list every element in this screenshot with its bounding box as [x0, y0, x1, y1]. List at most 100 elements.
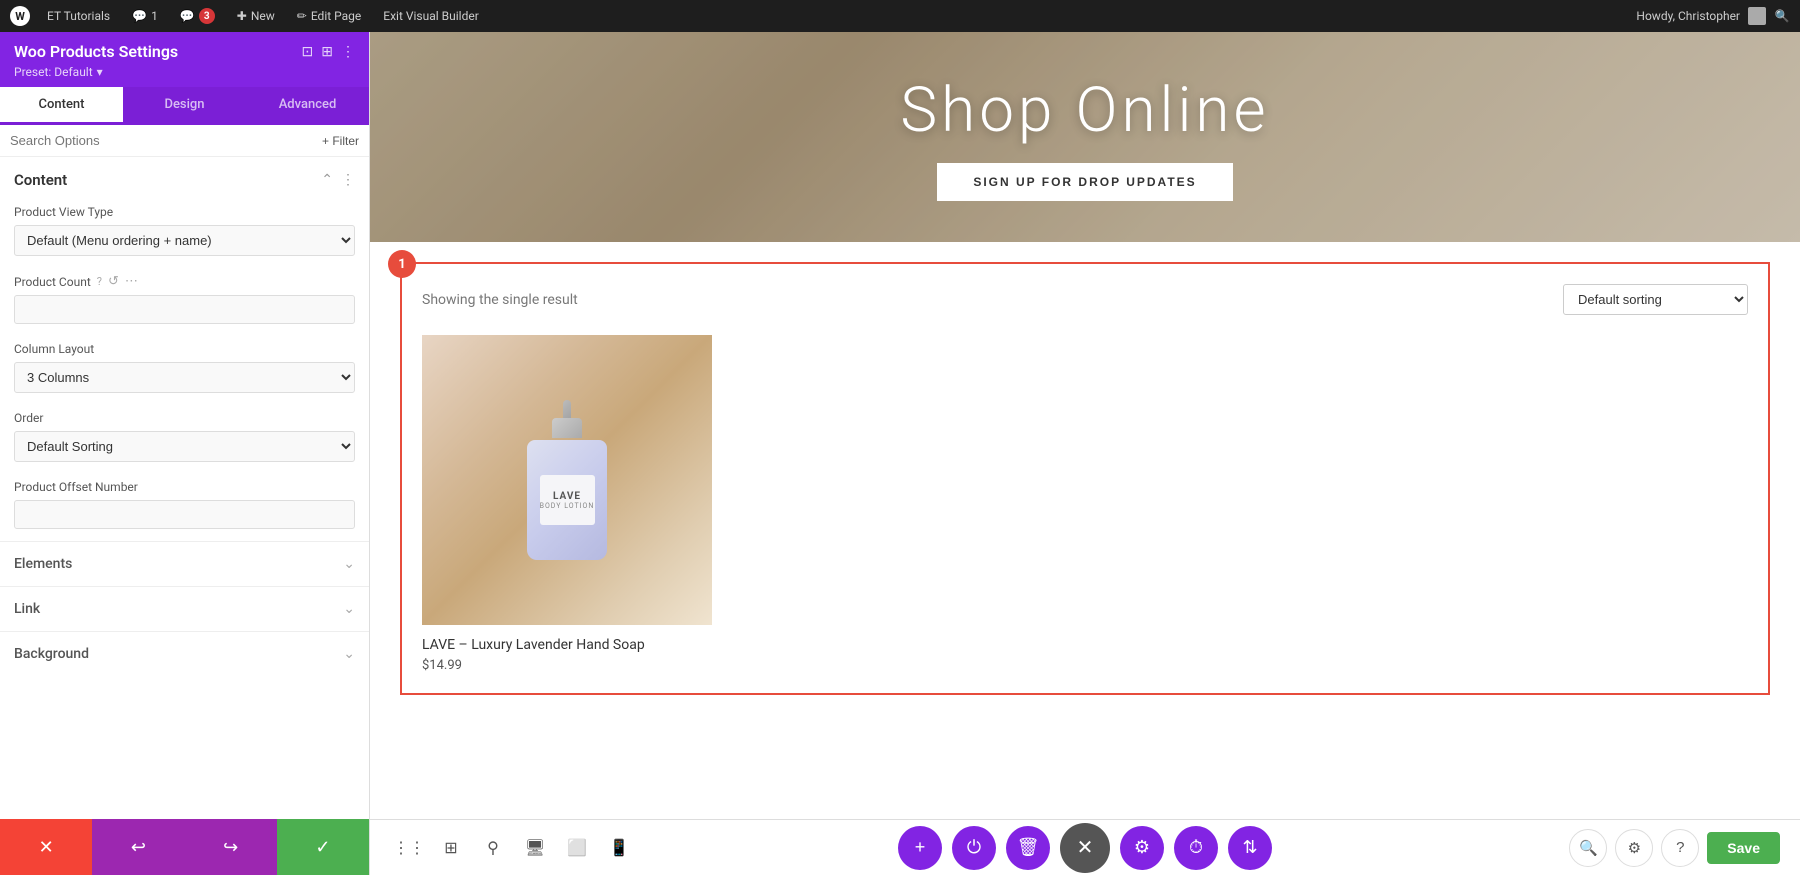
sort-button[interactable]: ⇅ — [1228, 826, 1272, 870]
elements-section-header[interactable]: Elements ⌄ — [14, 542, 355, 586]
product-view-type-label: Product View Type — [14, 205, 355, 219]
copy-icon[interactable]: ⊡ — [302, 44, 314, 60]
redo-button[interactable]: ↪ — [185, 819, 277, 875]
content-section-header: Content ⌃ ⋮ — [0, 157, 369, 199]
exit-builder-item[interactable]: Exit Visual Builder — [378, 9, 484, 23]
elements-chevron-icon: ⌄ — [343, 556, 355, 572]
hero-title: Shop Online — [900, 74, 1269, 147]
column-layout-label: Column Layout — [14, 342, 355, 356]
elements-section-title: Elements — [14, 556, 72, 572]
product-image-inner: LAVE BODY LOTION — [422, 335, 712, 625]
product-view-type-field: Product View Type Default (Menu ordering… — [0, 199, 369, 268]
soap-bottle-body: LAVE BODY LOTION — [527, 440, 607, 560]
order-select[interactable]: Default Sorting — [14, 431, 355, 462]
undo-button[interactable]: ↩ — [92, 819, 184, 875]
help-button[interactable]: ? — [1661, 829, 1699, 867]
settings-button-right[interactable]: ⚙ — [1615, 829, 1653, 867]
site-name[interactable]: ET Tutorials — [42, 9, 115, 23]
tab-advanced[interactable]: Advanced — [246, 87, 369, 125]
soap-label: LAVE BODY LOTION — [540, 475, 595, 525]
confirm-button[interactable]: ✓ — [277, 819, 369, 875]
admin-search-icon[interactable]: 🔍 — [1774, 8, 1790, 24]
cancel-button[interactable]: ✕ — [0, 819, 92, 875]
order-label: Order — [14, 411, 355, 425]
search-button-right[interactable]: 🔍 — [1569, 829, 1607, 867]
products-grid: LAVE BODY LOTION LAVE – Luxury Lavender … — [422, 335, 1748, 673]
canvas-area: Shop Online SIGN UP FOR DROP UPDATES 1 S… — [370, 32, 1800, 875]
new-item[interactable]: ✚ New — [232, 9, 280, 23]
background-chevron-icon: ⌄ — [343, 646, 355, 662]
product-count-more-icon[interactable]: ⋯ — [125, 274, 138, 289]
column-layout-select[interactable]: 3 Columns — [14, 362, 355, 393]
toolbar-center: + ⏻ 🗑 ✕ ⚙ ⏱ ⇅ — [898, 823, 1272, 873]
shop-header: Showing the single result Default sortin… — [422, 284, 1748, 315]
bubbles-item[interactable]: 💬 3 — [175, 8, 220, 24]
toolbar-left: ⋮⋮ ⊞ ⚲ 🖥 ⬜ 📱 — [390, 829, 638, 867]
hero-banner: Shop Online SIGN UP FOR DROP UPDATES — [370, 32, 1800, 242]
elements-section: Elements ⌄ — [0, 541, 369, 586]
power-button[interactable]: ⏻ — [952, 826, 996, 870]
howdy-section: Howdy, Christopher 🔍 — [1636, 7, 1790, 25]
panel-title: Woo Products Settings — [14, 42, 178, 61]
background-section: Background ⌄ — [0, 631, 369, 676]
filter-button[interactable]: + Filter — [322, 134, 359, 148]
wp-logo[interactable]: W — [10, 6, 30, 26]
title-row: Woo Products Settings ⊡ ⊞ ⋮ — [14, 42, 355, 61]
toolbar-link-icon[interactable]: ⚲ — [474, 829, 512, 867]
section-more-icon[interactable]: ⋮ — [341, 172, 355, 188]
product-count-help-icon[interactable]: ? — [97, 275, 102, 288]
search-options-row: + Filter — [0, 125, 369, 157]
shop-content: 1 Showing the single result Default sort… — [370, 242, 1800, 819]
product-count-label: Product Count ? ↺ ⋯ — [14, 274, 355, 289]
add-module-button[interactable]: + — [898, 826, 942, 870]
content-section-title: Content — [14, 171, 67, 189]
toolbar-tablet-icon[interactable]: ⬜ — [558, 829, 596, 867]
save-button[interactable]: Save — [1707, 832, 1780, 864]
sidebar-bottom: ✕ ↩ ↪ ✓ — [0, 819, 369, 875]
sidebar-tabs: Content Design Advanced — [0, 87, 369, 125]
search-options-input[interactable] — [10, 133, 314, 148]
sorting-select[interactable]: Default sorting Sort by popularity Sort … — [1563, 284, 1748, 315]
edit-page-item[interactable]: ✏ Edit Page — [292, 9, 367, 23]
product-name: LAVE – Luxury Lavender Hand Soap — [422, 637, 712, 653]
avatar — [1748, 7, 1766, 25]
header-icons: ⊡ ⊞ ⋮ — [302, 44, 355, 60]
link-section-header[interactable]: Link ⌄ — [14, 587, 355, 631]
product-count-reset-icon[interactable]: ↺ — [108, 274, 119, 289]
wp-admin-bar: W ET Tutorials 💬 1 💬 3 ✚ New ✏ Edit Page… — [0, 0, 1800, 32]
tab-design[interactable]: Design — [123, 87, 246, 125]
product-offset-input[interactable]: 0 — [14, 500, 355, 529]
soap-bottle-art: LAVE BODY LOTION — [517, 400, 617, 560]
more-options-icon[interactable]: ⋮ — [341, 44, 355, 60]
background-section-header[interactable]: Background ⌄ — [14, 632, 355, 676]
toolbar-mobile-icon[interactable]: 📱 — [600, 829, 638, 867]
comments-item[interactable]: 💬 1 — [127, 9, 163, 23]
toolbar-desktop-icon[interactable]: 🖥 — [516, 829, 554, 867]
toolbar-grid-icon[interactable]: ⋮⋮ — [390, 829, 428, 867]
main-layout: Woo Products Settings ⊡ ⊞ ⋮ Preset: Defa… — [0, 32, 1800, 875]
product-offset-label: Product Offset Number — [14, 480, 355, 494]
tab-content[interactable]: Content — [0, 87, 123, 125]
delete-button[interactable]: 🗑 — [1006, 826, 1050, 870]
layout-icon[interactable]: ⊞ — [321, 44, 333, 60]
hero-cta-button[interactable]: SIGN UP FOR DROP UPDATES — [937, 163, 1232, 201]
product-image: LAVE BODY LOTION — [422, 335, 712, 625]
toolbar-layout-icon[interactable]: ⊞ — [432, 829, 470, 867]
history-button[interactable]: ⏱ — [1174, 826, 1218, 870]
product-price: $14.99 — [422, 658, 712, 673]
product-count-input[interactable]: 9 — [14, 295, 355, 324]
section-header-icons: ⌃ ⋮ — [321, 172, 355, 188]
product-view-type-select[interactable]: Default (Menu ordering + name) — [14, 225, 355, 256]
module-number: 1 — [388, 250, 416, 278]
collapse-icon[interactable]: ⌃ — [321, 172, 333, 188]
settings-button[interactable]: ⚙ — [1120, 826, 1164, 870]
close-button[interactable]: ✕ — [1060, 823, 1110, 873]
product-offset-field: Product Offset Number 0 — [0, 474, 369, 541]
sidebar: Woo Products Settings ⊡ ⊞ ⋮ Preset: Defa… — [0, 32, 370, 875]
bubble-badge: 3 — [199, 8, 215, 24]
column-layout-field: Column Layout 3 Columns — [0, 336, 369, 405]
background-section-title: Background — [14, 646, 89, 662]
toolbar-right: 🔍 ⚙ ? Save — [1569, 829, 1780, 867]
sidebar-header: Woo Products Settings ⊡ ⊞ ⋮ Preset: Defa… — [0, 32, 369, 87]
soap-neck — [552, 418, 582, 438]
